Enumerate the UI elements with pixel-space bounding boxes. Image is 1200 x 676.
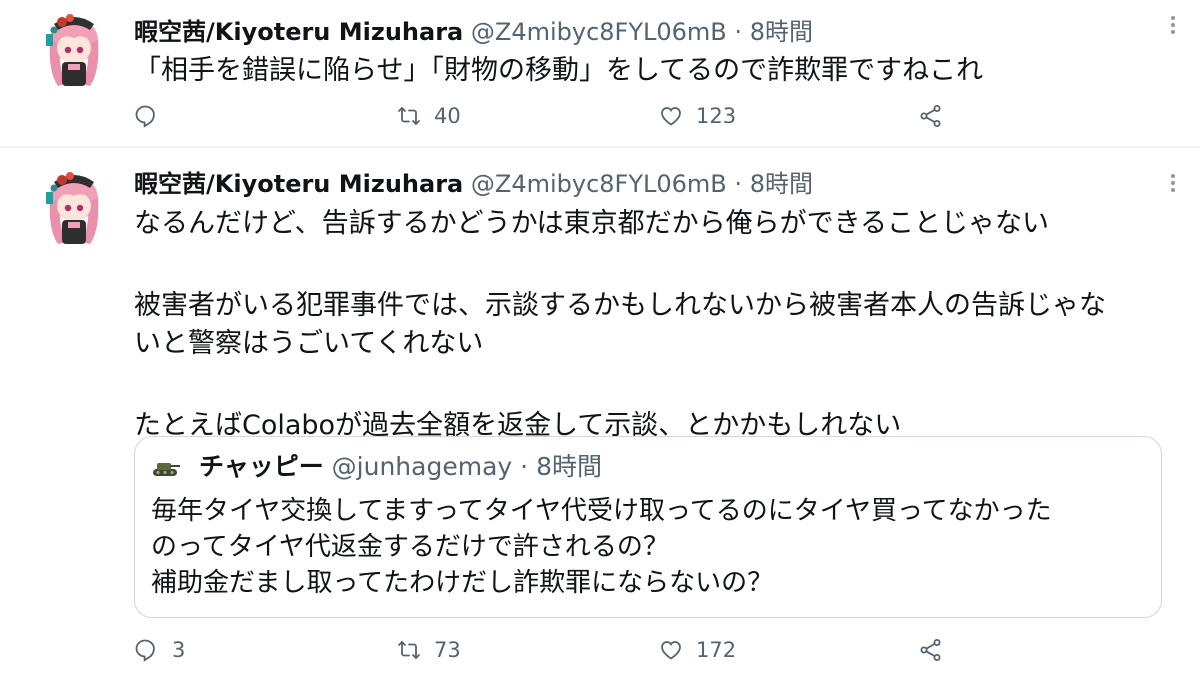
like-button[interactable]: 123	[658, 98, 736, 134]
action-bar: 3 73 172	[134, 632, 954, 668]
tweet-header: 暇空茜/Kiyoteru Mizuhara @Z4mibyc8FYL06mB ·…	[134, 166, 813, 202]
quote-text-line: 毎年タイヤ交換してますってタイヤ代受け取ってるのにタイヤ買ってなかった	[151, 496, 1052, 526]
retweet-icon	[398, 107, 420, 125]
tweet-text: 「相手を錯誤に陥らせ」「財物の移動」をしてるので詐欺罪ですねこれ	[134, 52, 1174, 90]
separator: ·	[734, 170, 743, 198]
more-icon[interactable]	[1168, 172, 1178, 196]
tank-avatar	[153, 463, 180, 476]
timestamp[interactable]: 8時間	[750, 18, 813, 46]
reply-icon	[135, 639, 155, 661]
reply-button[interactable]: 3	[134, 632, 185, 668]
more-icon[interactable]	[1168, 14, 1178, 38]
like-button[interactable]: 172	[658, 632, 736, 668]
quoted-tweet[interactable]: チャッピー @junhagemay · 8時間 毎年タイヤ交換してますってタイヤ…	[134, 436, 1162, 618]
retweet-count: 40	[434, 104, 461, 128]
tweet[interactable]: 暇空茜/Kiyoteru Mizuhara @Z4mibyc8FYL06mB ·…	[0, 148, 1200, 676]
tweet[interactable]: 暇空茜/Kiyoteru Mizuhara @Z4mibyc8FYL06mB ·…	[0, 0, 1200, 146]
retweet-button[interactable]: 40	[396, 98, 461, 134]
author-name[interactable]: 暇空茜/Kiyoteru Mizuhara	[134, 18, 463, 46]
reply-count: 3	[172, 638, 186, 662]
avatar[interactable]	[40, 168, 108, 248]
like-icon	[661, 107, 681, 126]
quote-text-line: のってタイヤ代返金するだけで許されるの？	[151, 532, 669, 562]
like-count: 123	[696, 104, 737, 128]
retweet-count: 73	[434, 638, 461, 662]
quote-header: チャッピー @junhagemay · 8時間	[151, 447, 602, 487]
quote-author-name[interactable]: チャッピー	[199, 452, 324, 481]
author-handle[interactable]: @Z4mibyc8FYL06mB	[471, 18, 727, 46]
tweet-text: なるんだけど、告訴するかどうかは東京都だから俺らができることじゃない 被害者がい…	[134, 205, 1174, 445]
share-button[interactable]	[918, 98, 944, 134]
quote-author-handle[interactable]: @junhagemay	[332, 452, 513, 481]
tweet-text-line: 「相手を錯誤に陥らせ」「財物の移動」をしてるので詐欺罪ですねこれ	[134, 55, 984, 86]
reply-icon	[135, 105, 155, 127]
quote-timestamp[interactable]: 8時間	[536, 452, 602, 481]
share-icon	[920, 639, 941, 661]
tweet-text-line: 被害者がいる犯罪事件では、示談するかもしれないから被害者本人の告訴じゃな	[134, 290, 1106, 321]
retweet-icon	[398, 641, 420, 659]
author-name[interactable]: 暇空茜/Kiyoteru Mizuhara	[134, 170, 463, 198]
separator: ·	[520, 452, 529, 481]
avatar[interactable]	[40, 10, 108, 90]
tweet-header: 暇空茜/Kiyoteru Mizuhara @Z4mibyc8FYL06mB ·…	[134, 14, 813, 50]
timestamp[interactable]: 8時間	[750, 170, 813, 198]
reply-button[interactable]	[134, 98, 172, 134]
quote-text-line: 補助金だまし取ってたわけだし詐欺罪にならないの？	[151, 568, 774, 598]
retweet-button[interactable]: 73	[396, 632, 461, 668]
quote-text: 毎年タイヤ交換してますってタイヤ代受け取ってるのにタイヤ買ってなかった のってタ…	[151, 493, 1141, 601]
like-count: 172	[696, 638, 737, 662]
share-button[interactable]	[918, 632, 944, 668]
separator: ·	[734, 18, 743, 46]
action-bar: 40 123	[134, 98, 954, 134]
author-handle[interactable]: @Z4mibyc8FYL06mB	[471, 170, 727, 198]
tweet-text-line: なるんだけど、告訴するかどうかは東京都だから俺らができることじゃない	[134, 208, 1050, 239]
share-icon	[920, 105, 941, 127]
like-icon	[661, 641, 681, 660]
tweet-text-line: いと警察はうごいてくれない	[134, 328, 484, 359]
